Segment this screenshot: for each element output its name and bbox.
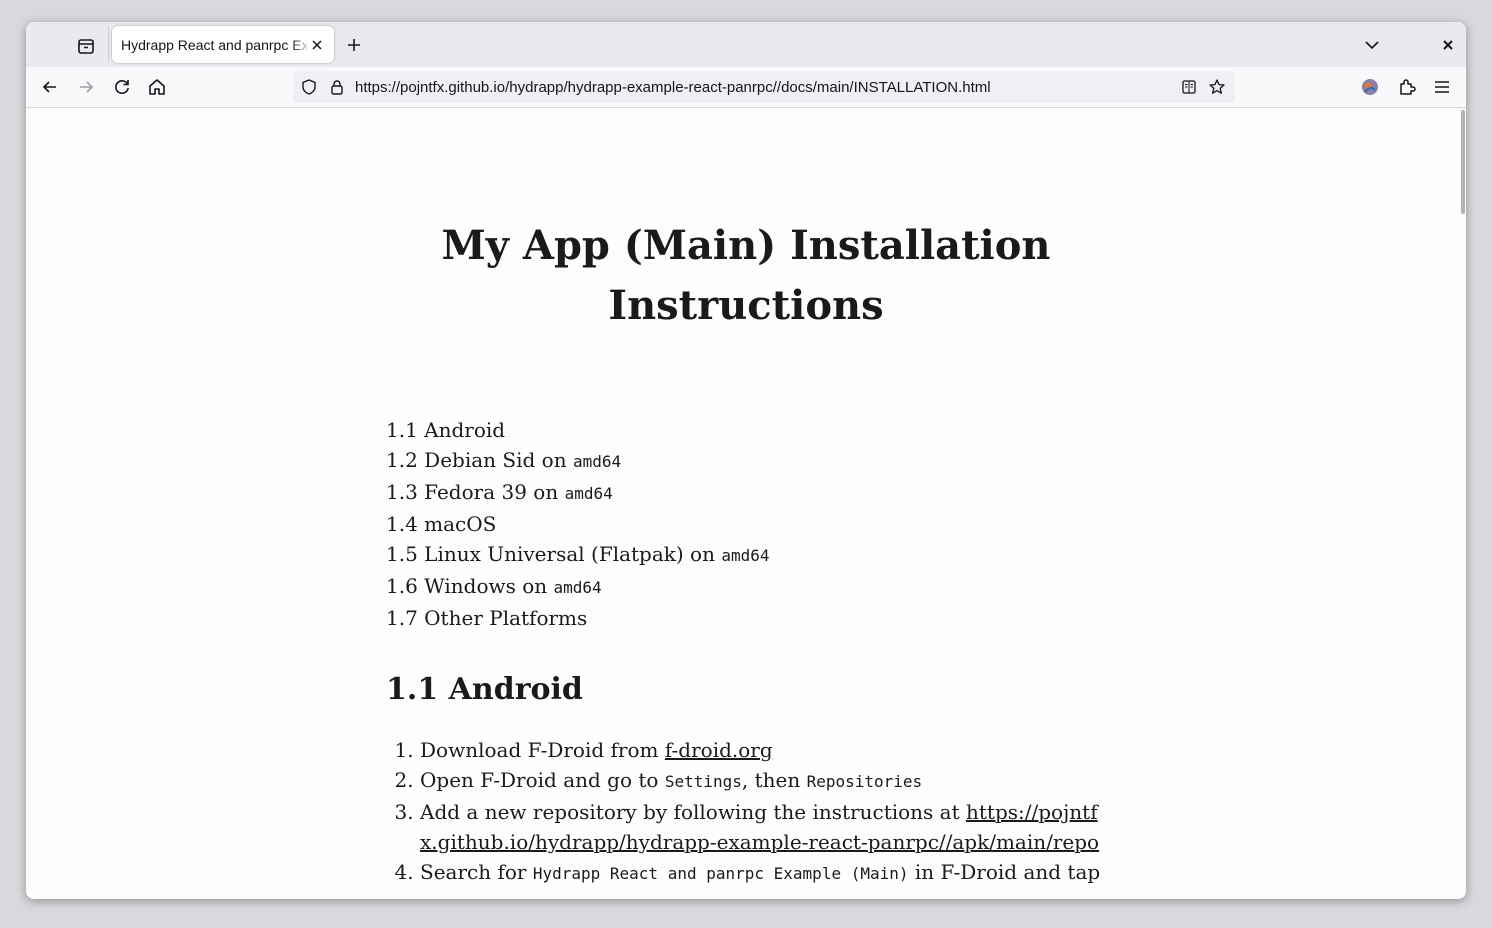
puzzle-icon [1400,79,1416,95]
reload-button[interactable] [110,75,134,99]
arrow-left-icon [42,81,56,93]
hamburger-menu-icon [1435,81,1449,93]
new-tab-button[interactable] [342,33,366,57]
toc-item[interactable]: 1.2 Debian Sid on amd64 [386,445,770,477]
scrollbar-thumb[interactable] [1461,110,1465,214]
page-content: My App (Main) Installation Instructions … [26,108,1466,899]
toc-item[interactable]: 1.1 Android [386,415,770,445]
tab-close-button[interactable] [308,36,326,54]
tab-strip: Hydrapp React and panrpc Example [26,22,1466,67]
page-title: My App (Main) Installation Instructions [441,222,1051,329]
lock-icon [331,80,343,95]
navigation-toolbar: https://pojntfx.github.io/hydrapp/hydrap… [26,67,1466,108]
list-item: Download F-Droid from f-droid.org [420,735,1110,765]
active-tab[interactable]: Hydrapp React and panrpc Example [112,26,334,63]
firefox-view-button[interactable] [74,34,98,58]
url-text[interactable]: https://pojntfx.github.io/hydrapp/hydrap… [355,79,991,96]
chevron-down-icon [1365,41,1379,50]
toc-item[interactable]: 1.6 Windows on amd64 [386,571,770,603]
table-of-contents: 1.1 Android 1.2 Debian Sid on amd64 1.3 … [386,415,770,633]
toc-item[interactable]: 1.3 Fedora 39 on amd64 [386,477,770,509]
close-icon [1443,40,1453,50]
reload-icon [115,80,129,94]
list-item: Open F-Droid and go to Settings, then Re… [420,765,1110,797]
site-security-button[interactable] [328,78,346,96]
home-icon [149,79,165,95]
shield-icon [302,79,316,95]
address-bar[interactable]: https://pojntfx.github.io/hydrapp/hydrap… [293,71,1235,103]
reader-view-button[interactable] [1180,78,1198,96]
home-button[interactable] [145,75,169,99]
close-icon [312,40,322,50]
extensions-button[interactable] [1395,75,1419,99]
f-droid-link[interactable]: f-droid.org [665,738,773,762]
window-close-button[interactable] [1438,35,1458,55]
reader-view-icon [1182,80,1196,94]
tab-title: Hydrapp React and panrpc Example [121,37,307,53]
toc-item[interactable]: 1.5 Linux Universal (Flatpak) on amd64 [386,539,770,571]
app-menu-button[interactable] [1430,75,1454,99]
toc-item[interactable]: 1.4 macOS [386,509,770,539]
account-button[interactable] [1358,75,1382,99]
firefox-view-icon [78,39,94,54]
star-icon [1209,79,1225,94]
android-steps-list: Download F-Droid from f-droid.org Open F… [420,735,1110,889]
plus-icon [348,39,360,51]
section-heading-android: 1.1 Android [386,672,583,707]
arrow-right-icon [80,81,94,93]
toc-item[interactable]: 1.7 Other Platforms [386,603,770,633]
bookmark-star-button[interactable] [1208,78,1226,96]
avatar-icon [1362,79,1378,95]
tab-separator [108,26,109,62]
list-item: Search for Hydrapp React and panrpc Exam… [420,857,1110,889]
browser-window: Hydrapp React and panrpc Example [26,22,1466,899]
vertical-scrollbar[interactable] [1458,108,1466,899]
tracking-protection-button[interactable] [300,78,318,96]
list-all-tabs-button[interactable] [1360,33,1384,57]
list-item: Add a new repository by following the in… [420,797,1110,857]
forward-button[interactable] [74,75,98,99]
back-button[interactable] [38,75,62,99]
